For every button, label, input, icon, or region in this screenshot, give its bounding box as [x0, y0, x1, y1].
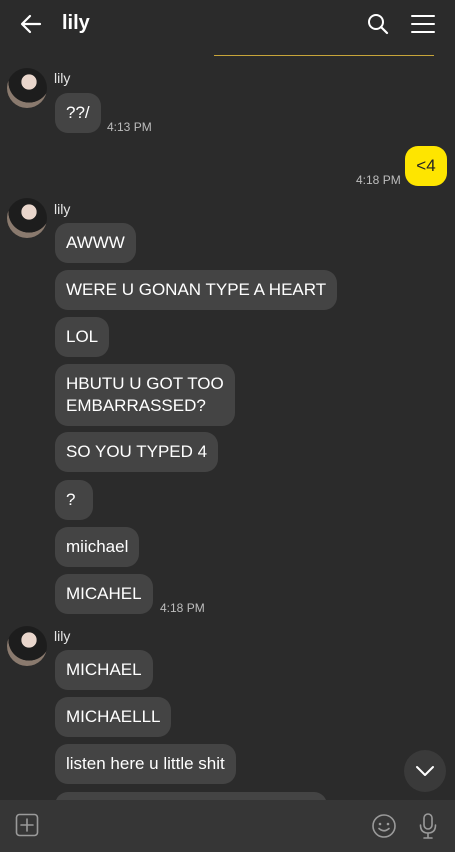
- avatar[interactable]: [7, 68, 47, 108]
- search-button[interactable]: [366, 12, 390, 36]
- message-list[interactable]: lily ??/ 4:13 PM 4:18 PM <4 lily AWWW WE…: [0, 56, 455, 800]
- avatar[interactable]: [7, 626, 47, 666]
- message-bubble[interactable]: SO YOU TYPED 4: [55, 432, 219, 472]
- message-bubble[interactable]: listen here u little shit: [55, 744, 236, 784]
- message-bubble[interactable]: ?: [55, 480, 93, 520]
- plus-icon: [15, 813, 39, 837]
- microphone-icon: [419, 813, 437, 839]
- search-icon: [368, 14, 389, 35]
- message-bubble[interactable]: miichael: [55, 527, 140, 567]
- message-input-bar[interactable]: [0, 800, 455, 852]
- menu-button[interactable]: [410, 12, 436, 36]
- message-bubble[interactable]: MICAHEL: [55, 574, 153, 614]
- message-bubble[interactable]: WERE U GONAN TYPE A HEART: [55, 270, 338, 310]
- chat-header: lily: [0, 0, 455, 48]
- emoji-icon: [372, 814, 396, 838]
- sender-name: lily: [54, 70, 71, 86]
- message-bubble[interactable]: MICHAELLL: [55, 697, 172, 737]
- message-bubble[interactable]: AWWW: [55, 223, 136, 263]
- menu-icon: [411, 15, 435, 33]
- chevron-down-icon: [416, 766, 434, 776]
- back-button[interactable]: [18, 11, 44, 37]
- message-time: 4:13 PM: [107, 120, 152, 134]
- message-time: 4:18 PM: [160, 601, 205, 615]
- message-time: 4:18 PM: [356, 173, 401, 187]
- avatar[interactable]: [7, 198, 47, 238]
- back-arrow-icon: [20, 14, 42, 34]
- message-bubble[interactable]: LOL: [55, 317, 110, 357]
- message-bubble[interactable]: ??/: [55, 93, 101, 133]
- voice-input-button[interactable]: [418, 812, 438, 840]
- chat-title: lily: [62, 12, 90, 34]
- message-bubble-partial[interactable]: [55, 792, 327, 800]
- message-bubble[interactable]: HBUTU U GOT TOO EMBARRASSED?: [55, 364, 235, 426]
- message-bubble[interactable]: MICHAEL: [55, 650, 153, 690]
- sender-name: lily: [54, 628, 71, 644]
- my-message-bubble[interactable]: <4: [405, 146, 447, 186]
- scroll-to-bottom-button[interactable]: [404, 750, 446, 792]
- add-attachment-button[interactable]: [15, 813, 39, 837]
- emoji-button[interactable]: [371, 813, 397, 839]
- sender-name: lily: [54, 201, 71, 217]
